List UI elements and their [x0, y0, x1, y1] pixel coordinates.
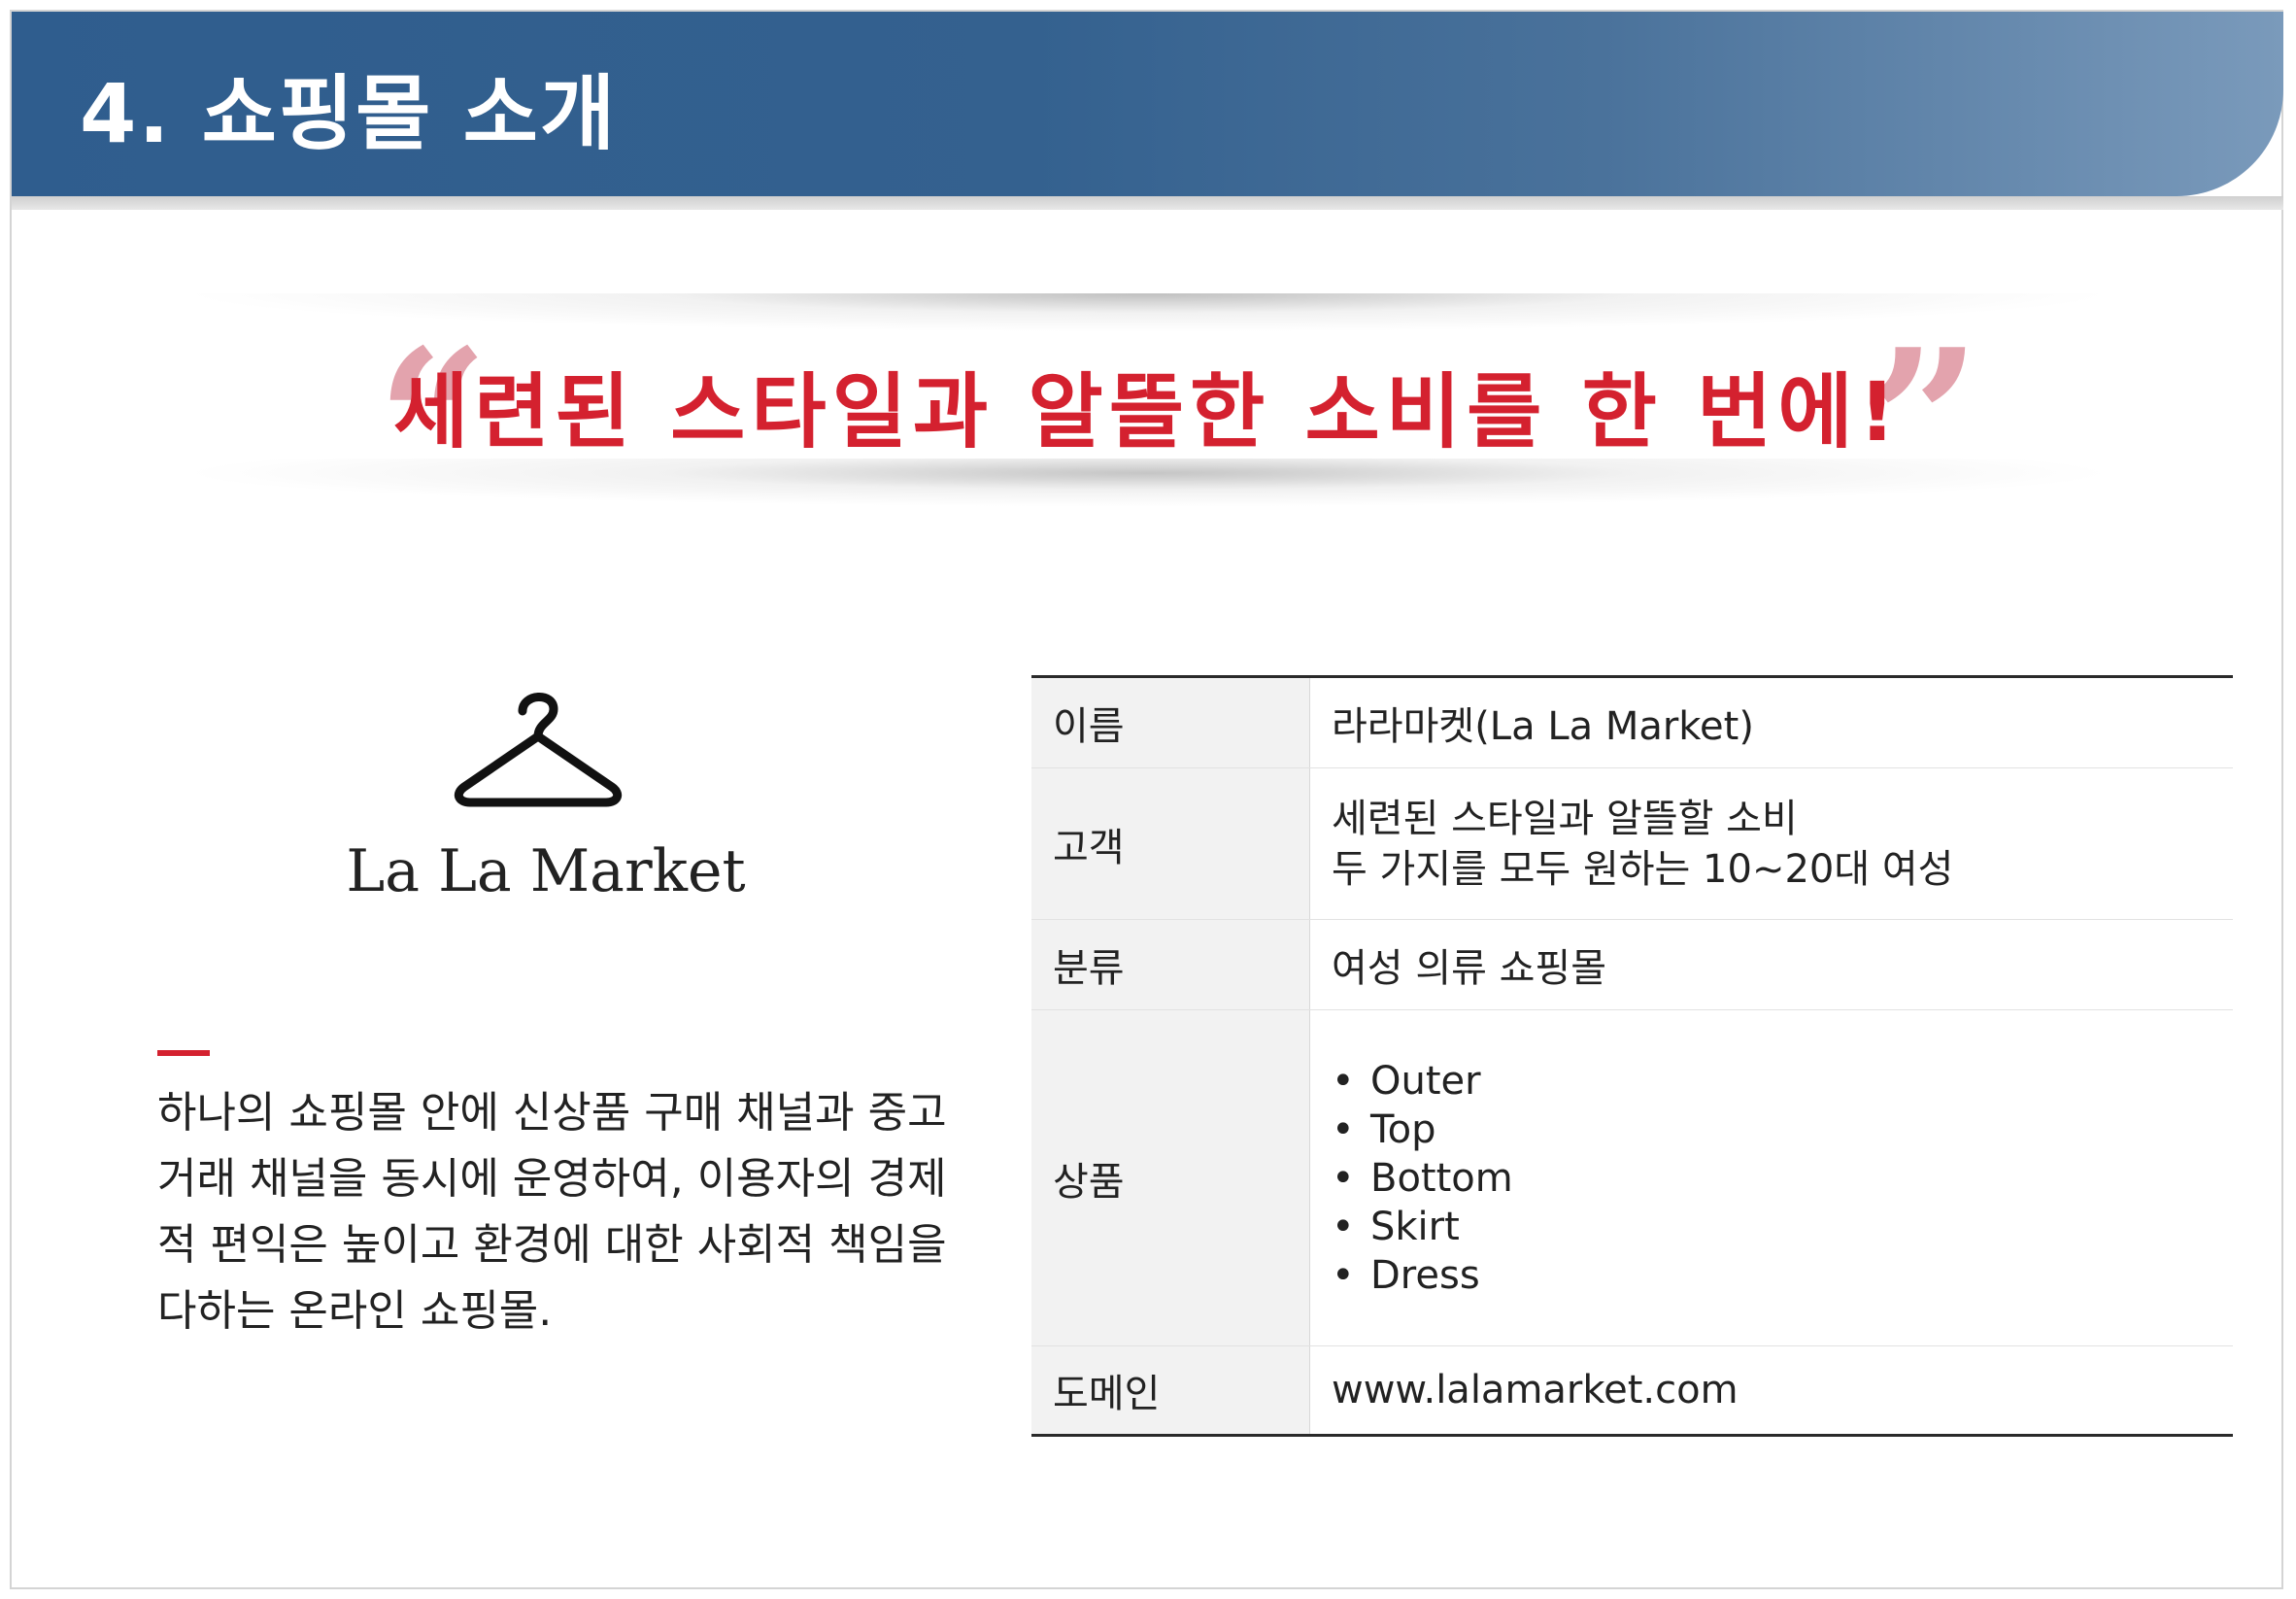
- table-row: 상품 Outer Top Bottom Skirt Dress: [1031, 1009, 2233, 1346]
- product-list: Outer Top Bottom Skirt Dress: [1332, 1057, 2212, 1300]
- table-key: 도메인: [1031, 1345, 1310, 1436]
- page-title: 4. 쇼핑몰 소개: [80, 66, 618, 161]
- product-item: Top: [1332, 1106, 2212, 1154]
- table-key: 분류: [1031, 919, 1310, 1010]
- product-item: Bottom: [1332, 1154, 2212, 1203]
- slogan: 세련된 스타일과 알뜰한 소비를 한 번에!: [392, 364, 1902, 459]
- table-value: 세련된 스타일과 알뜰할 소비 두 가지를 모두 원하는 10~20대 여성: [1309, 767, 2233, 920]
- table-key: 이름: [1031, 676, 1310, 768]
- title-bar: 4. 쇼핑몰 소개: [12, 12, 2283, 196]
- table-value: 라라마켓(La La Market): [1309, 676, 2233, 768]
- title-bar-shadow: [12, 196, 2283, 210]
- domain-value: www.lalamarket.com: [1332, 1368, 1739, 1412]
- product-item: Dress: [1332, 1251, 2212, 1300]
- table-value: 여성 의류 쇼핑몰: [1309, 919, 2233, 1010]
- product-item: Skirt: [1332, 1203, 2212, 1251]
- table-key: 고객: [1031, 767, 1310, 920]
- accent-dash: [157, 1050, 210, 1056]
- product-item: Outer: [1332, 1057, 2212, 1106]
- customer-line: 세련된 스타일과 알뜰할 소비: [1332, 796, 1798, 841]
- table-key: 상품: [1031, 1009, 1310, 1346]
- table-row: 이름 라라마켓(La La Market): [1031, 676, 2233, 768]
- hanger-icon: [454, 693, 623, 807]
- logo-name: La La Market: [346, 837, 746, 905]
- description-text: 하나의 쇼핑몰 안에 신상품 구매 채널과 중고 거래 채널을 동시에 운영하여…: [157, 1088, 947, 1336]
- info-table: 이름 라라마켓(La La Market) 고객 세련된 스타일과 알뜰할 소비…: [1031, 675, 2233, 1437]
- logo: La La Market: [303, 682, 789, 925]
- customer-line: 두 가지를 모두 원하는 10~20대 여성: [1332, 846, 1954, 892]
- table-value: Outer Top Bottom Skirt Dress: [1309, 1009, 2233, 1346]
- table-row: 분류 여성 의류 쇼핑몰: [1031, 919, 2233, 1010]
- table-row: 도메인 www.lalamarket.com: [1031, 1345, 2233, 1436]
- table-row: 고객 세련된 스타일과 알뜰할 소비 두 가지를 모두 원하는 10~20대 여…: [1031, 767, 2233, 920]
- slide: 4. 쇼핑몰 소개 “ ” 세련된 스타일과 알뜰한 소비를 한 번에! La …: [10, 10, 2283, 1589]
